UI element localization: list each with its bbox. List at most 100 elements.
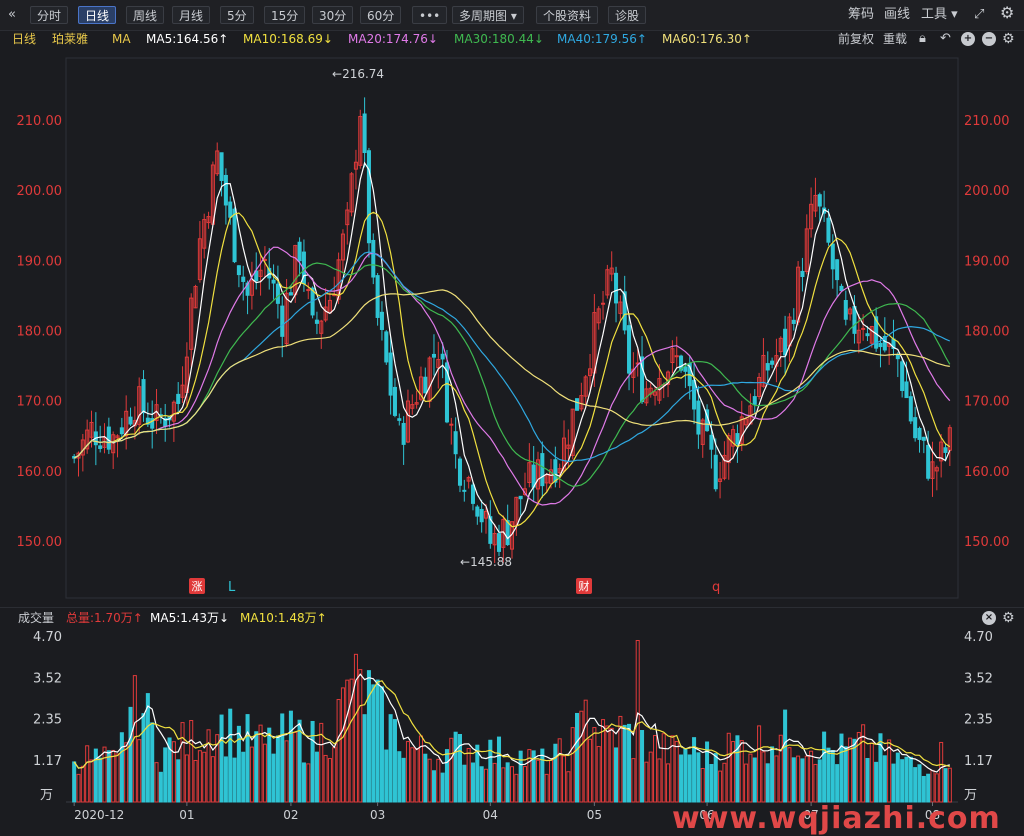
volume-bars	[72, 640, 952, 803]
volume-bar	[405, 741, 410, 803]
limit-up-text: 涨	[192, 580, 203, 593]
volume-ma10: MA10:1.48万↑	[240, 611, 327, 625]
volume-bar	[813, 763, 818, 803]
volume-bar	[696, 752, 701, 803]
volume-label[interactable]: 成交量	[18, 608, 54, 628]
price-tick-left: 210.00	[17, 114, 63, 129]
volume-bar	[189, 720, 194, 803]
ma30-value: MA30:180.44↓	[454, 32, 544, 46]
candle-body	[453, 431, 458, 455]
volume-bar	[822, 731, 827, 803]
tab-intraday[interactable]: 分时	[30, 6, 69, 24]
volume-bar	[306, 763, 311, 803]
fullscreen-icon[interactable]: ⤢	[974, 6, 984, 24]
lock-icon[interactable]: 🔒︎	[919, 30, 926, 48]
close-panel-icon[interactable]: ×	[982, 611, 996, 625]
candle-body	[392, 386, 397, 416]
ma20-line	[73, 246, 951, 506]
volume-bar	[427, 758, 432, 803]
volume-bar	[371, 684, 376, 803]
volume-bar	[718, 770, 723, 803]
price-plot-frame	[65, 57, 959, 599]
candle-body	[362, 113, 367, 154]
zoom-in-icon[interactable]: +	[961, 32, 975, 46]
volume-bar	[679, 754, 684, 803]
reload-button[interactable]: 重载	[883, 30, 907, 48]
ma-indicator-bar: 日线 珀莱雅 MA MA5:164.56↑ MA10:168.69↓ MA20:…	[0, 30, 1024, 48]
tab-15min[interactable]: 15分	[264, 6, 306, 24]
candle-body	[904, 381, 909, 399]
candle-body	[98, 445, 103, 449]
tab-30min[interactable]: 30分	[312, 6, 354, 24]
volume-bar	[687, 754, 692, 803]
volume-bar	[605, 725, 610, 803]
volume-settings-icon[interactable]: ⚙	[1002, 608, 1015, 628]
tools-dropdown[interactable]: 工具 ▾	[921, 6, 958, 24]
zoom-out-icon[interactable]: −	[982, 32, 996, 46]
collapse-left-icon[interactable]: «	[8, 6, 16, 24]
draw-line-button[interactable]: 画线	[884, 6, 910, 24]
candle-body	[709, 434, 714, 450]
tab-60min[interactable]: 60分	[360, 6, 402, 24]
volume-bar	[163, 747, 168, 803]
adjust-toggle[interactable]: 前复权	[838, 30, 874, 48]
stock-info-button[interactable]: 个股资料	[536, 6, 599, 24]
volume-bar	[509, 766, 515, 803]
volume-bar	[375, 679, 380, 803]
price-tick-right: 200.00	[964, 184, 1010, 199]
volume-tick-right: 3.52	[964, 671, 993, 686]
volume-bar	[735, 735, 740, 803]
volume-bar	[358, 669, 363, 803]
volume-bar	[336, 699, 341, 803]
volume-bar	[904, 756, 909, 803]
volume-bar	[865, 758, 870, 803]
volume-bar	[496, 736, 502, 803]
volume-bar	[887, 739, 892, 803]
tab-monthly[interactable]: 月线	[172, 6, 211, 24]
settings-icon[interactable]: ⚙	[1002, 30, 1015, 48]
volume-tick-left: 3.52	[33, 671, 62, 686]
price-tick-right: 170.00	[964, 395, 1010, 410]
price-chart[interactable]: 210.00 200.00 190.00 180.00 170.00 160.00 150.…	[0, 48, 1024, 608]
ma-label[interactable]: MA	[112, 30, 131, 48]
candle-body	[800, 270, 805, 278]
diagnose-button[interactable]: 诊股	[608, 6, 647, 24]
volume-bar	[453, 731, 458, 803]
candle-body	[241, 276, 246, 282]
volume-bar	[93, 748, 98, 803]
volume-total: 总量:1.70万↑	[66, 611, 143, 625]
tab-daily[interactable]: 日线	[78, 6, 117, 24]
volume-bar	[288, 710, 293, 803]
volume-bar	[197, 750, 202, 803]
candle-body	[575, 398, 580, 411]
chips-button[interactable]: 筹码	[848, 6, 874, 24]
volume-bar	[245, 714, 250, 803]
stock-name: 珀莱雅	[52, 32, 89, 46]
candlesticks	[72, 97, 952, 564]
volume-bar	[392, 719, 397, 803]
candle-body	[627, 325, 632, 374]
candle-body	[878, 342, 883, 348]
candle-body	[223, 174, 228, 206]
undo-icon[interactable]: ↶	[940, 30, 951, 48]
price-tick-left: 180.00	[17, 325, 63, 340]
tab-5min[interactable]: 5分	[220, 6, 254, 24]
volume-bar	[748, 753, 753, 803]
volume-bar	[388, 714, 393, 803]
candle-body	[141, 379, 146, 414]
volume-bar	[193, 759, 198, 803]
volume-bar	[379, 686, 384, 803]
volume-bar	[579, 710, 584, 803]
tab-weekly[interactable]: 周线	[126, 6, 165, 24]
settings-icon[interactable]: ⚙	[1000, 4, 1014, 22]
volume-bar	[232, 757, 237, 803]
volume-bar	[206, 729, 211, 803]
price-axis-right: 210.00 200.00 190.00 180.00 170.00 160.00 150.…	[964, 114, 1010, 550]
volume-bar	[397, 751, 402, 803]
volume-bar	[492, 762, 497, 803]
volume-bar	[570, 727, 575, 803]
multi-period-dropdown[interactable]: 多周期图 ▾	[452, 6, 524, 24]
volume-bar	[271, 753, 276, 803]
more-periods-button[interactable]: •••	[412, 6, 448, 24]
volume-bar	[249, 746, 254, 803]
